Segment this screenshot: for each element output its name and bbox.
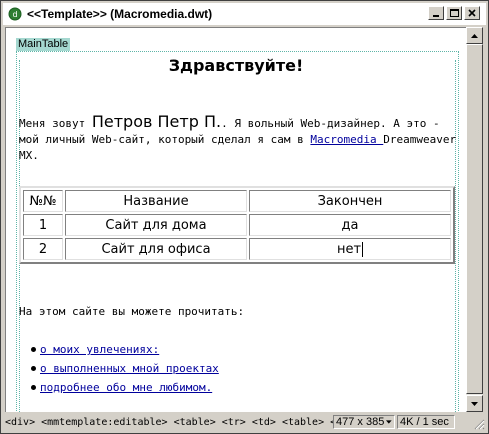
tag-selector[interactable]: <div> <mmtemplate:editable> <table> <tr>… — [5, 417, 333, 428]
vertical-scrollbar[interactable] — [466, 27, 483, 412]
maximize-button[interactable] — [446, 6, 462, 20]
window-controls — [428, 6, 480, 20]
projects-table: №№ Название Закончен 1 Сайт для дома да … — [19, 186, 455, 264]
page-heading: Здравствуйте! — [168, 56, 304, 75]
scroll-thumb[interactable] — [466, 44, 483, 394]
table-cell[interactable]: Сайт для офиса — [65, 238, 247, 260]
list-item: о моих увлечениях: — [31, 340, 219, 359]
author-name: Петров Петр П. — [91, 112, 222, 131]
table-header-row: №№ Название Закончен — [23, 190, 451, 212]
status-bar: <div> <mmtemplate:editable> <table> <tr>… — [3, 413, 486, 431]
topics-list: о моих увлечениях: о выполненных мной пр… — [31, 340, 219, 397]
svg-text:d: d — [12, 10, 17, 19]
topic-link-about[interactable]: подробнее обо мне любимом. — [40, 378, 212, 397]
table-cell-active[interactable]: нет — [249, 238, 451, 260]
maximize-icon — [449, 9, 459, 17]
design-view[interactable]: MainTable Здравствуйте! Меня зовут Петро… — [5, 27, 466, 412]
resize-grip-icon[interactable] — [473, 418, 485, 430]
header-finished[interactable]: Закончен — [249, 190, 451, 212]
editable-region-tab[interactable]: MainTable — [16, 38, 71, 51]
close-button[interactable] — [464, 6, 480, 20]
bullet-icon — [31, 366, 36, 371]
bullet-icon — [31, 347, 36, 352]
arrow-down-icon — [471, 401, 478, 406]
table-row: 1 Сайт для дома да — [23, 214, 451, 236]
macromedia-link[interactable]: Macromedia — [310, 133, 383, 146]
header-name[interactable]: Название — [65, 190, 247, 212]
read-intro-text: На этом сайте вы можете прочитать: — [19, 305, 245, 318]
chevron-down-icon — [386, 420, 392, 424]
table-cell[interactable]: да — [249, 214, 451, 236]
list-item: о выполненных мной проектах — [31, 359, 219, 378]
title-bar[interactable]: d <<Template>> (Macromedia.dwt) — [3, 3, 486, 25]
minimize-icon — [433, 15, 439, 17]
table-row: 2 Сайт для офиса нет — [23, 238, 451, 260]
topic-link-projects[interactable]: о выполненных мной проектах — [40, 359, 219, 378]
arrow-up-icon — [471, 33, 478, 38]
topic-link-hobbies[interactable]: о моих увлечениях: — [40, 340, 159, 359]
table-cell[interactable]: Сайт для дома — [65, 214, 247, 236]
window-title: <<Template>> (Macromedia.dwt) — [27, 7, 213, 21]
scroll-up-button[interactable] — [466, 27, 483, 44]
document-window: d <<Template>> (Macromedia.dwt) MainTabl… — [0, 0, 489, 434]
text-caret-cell: нет — [336, 241, 364, 257]
download-time: 4K / 1 sec — [397, 415, 455, 429]
list-item: подробнее обо мне любимом. — [31, 378, 219, 397]
window-size-popup[interactable]: 477 x 385 — [333, 415, 395, 429]
intro-paragraph: Меня зовут Петров Петр П.. Я вольный Web… — [19, 114, 459, 164]
scroll-down-button[interactable] — [466, 395, 483, 412]
close-icon — [468, 9, 476, 17]
minimize-button[interactable] — [428, 6, 444, 20]
table-cell[interactable]: 2 — [23, 238, 63, 260]
window-size-label: 477 x 385 — [336, 416, 385, 428]
table-cell[interactable]: 1 — [23, 214, 63, 236]
dreamweaver-doc-icon: d — [7, 6, 23, 22]
header-number[interactable]: №№ — [23, 190, 63, 212]
bullet-icon — [31, 385, 36, 390]
intro-prefix: Меня зовут — [19, 117, 92, 130]
